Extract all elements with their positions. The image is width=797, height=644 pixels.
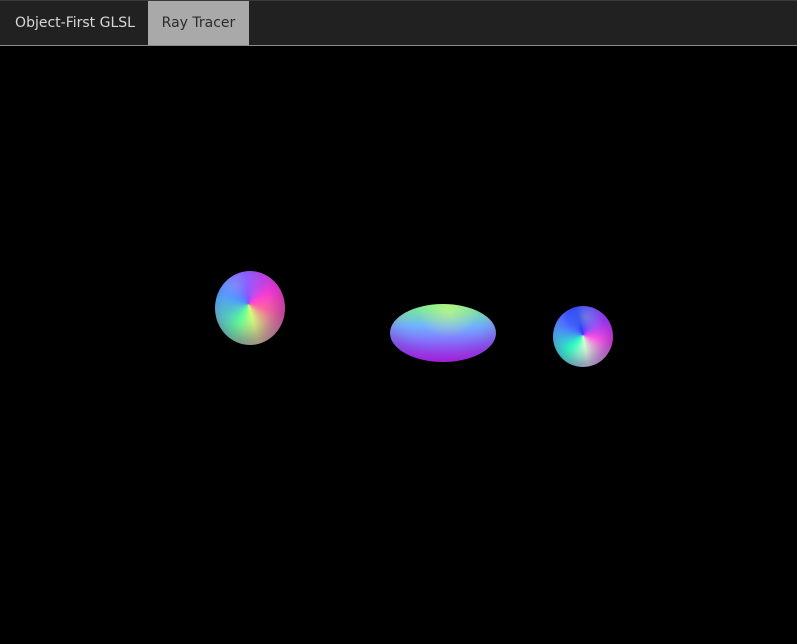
render-viewport[interactable] xyxy=(0,46,797,644)
tab-object-first-glsl[interactable]: Object-First GLSL xyxy=(0,1,148,45)
middle-ellipsoid xyxy=(390,304,496,362)
tab-bar: Object-First GLSL Ray Tracer xyxy=(0,0,797,46)
tab-label: Ray Tracer xyxy=(161,15,236,31)
ray-tracer-app: Object-First GLSL Ray Tracer xyxy=(0,0,797,644)
right-sphere xyxy=(553,306,613,367)
tab-label: Object-First GLSL xyxy=(15,15,135,31)
left-sphere xyxy=(215,271,285,345)
tab-ray-tracer[interactable]: Ray Tracer xyxy=(148,1,249,45)
